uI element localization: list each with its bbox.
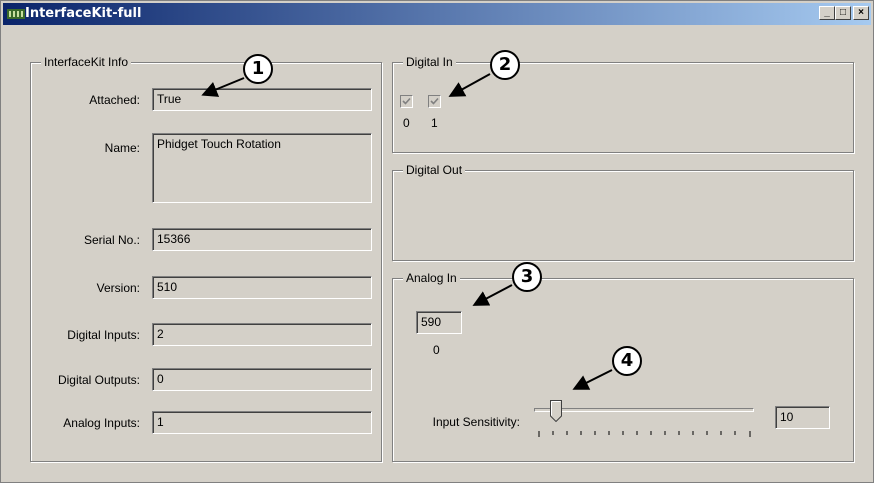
digital-in-group: Digital In	[392, 55, 854, 153]
digital-out-group: Digital Out	[392, 163, 854, 261]
close-button[interactable]: ×	[853, 6, 869, 20]
name-field: Phidget Touch Rotation	[152, 133, 372, 203]
digital-input-1-index: 1	[431, 116, 438, 130]
version-label: Version:	[96, 281, 140, 295]
checkmark-icon	[402, 97, 411, 105]
callout-3: 3	[512, 262, 542, 292]
digital-input-0-checkbox[interactable]	[400, 95, 413, 108]
callout-4: 4	[612, 346, 642, 376]
analog-input-index: 0	[433, 343, 440, 357]
digital-inputs-field: 2	[152, 323, 372, 346]
attached-label: Attached:	[89, 93, 140, 107]
checkmark-icon	[430, 97, 439, 105]
digital-inputs-label: Digital Inputs:	[67, 328, 140, 342]
input-sensitivity-label: Input Sensitivity:	[432, 415, 520, 429]
analog-inputs-field: 1	[152, 411, 372, 434]
serial-field: 15366	[152, 228, 372, 251]
analog-inputs-label: Analog Inputs:	[63, 416, 140, 430]
sensitivity-slider-ticks	[538, 431, 751, 437]
sensitivity-slider-track[interactable]	[534, 408, 754, 412]
minimize-button[interactable]: _	[819, 6, 835, 20]
attached-field: True	[152, 88, 372, 111]
version-field: 510	[152, 276, 372, 299]
name-label: Name:	[104, 141, 140, 155]
digital-in-legend: Digital In	[403, 55, 456, 69]
window-title: InterfaceKit-full	[25, 6, 142, 21]
digital-outputs-field: 0	[152, 368, 372, 391]
interfacekit-info-group: InterfaceKit Info	[30, 55, 382, 462]
callout-1: 1	[243, 54, 273, 84]
app-icon	[7, 9, 25, 19]
interfacekit-info-legend: InterfaceKit Info	[41, 55, 132, 69]
analog-in-legend: Analog In	[403, 271, 460, 285]
analog-input-value-field: 590	[416, 311, 462, 334]
digital-out-legend: Digital Out	[403, 163, 466, 177]
sensitivity-value-field[interactable]: 10	[775, 406, 830, 429]
serial-label: Serial No.:	[83, 233, 140, 247]
digital-input-0-index: 0	[403, 116, 410, 130]
sensitivity-slider-thumb[interactable]	[550, 400, 562, 422]
maximize-button[interactable]: □	[835, 6, 851, 20]
digital-outputs-label: Digital Outputs:	[57, 373, 140, 387]
callout-2: 2	[490, 50, 520, 80]
digital-input-1-checkbox[interactable]	[428, 95, 441, 108]
title-bar[interactable]: InterfaceKit-full _ □ ×	[3, 3, 871, 25]
